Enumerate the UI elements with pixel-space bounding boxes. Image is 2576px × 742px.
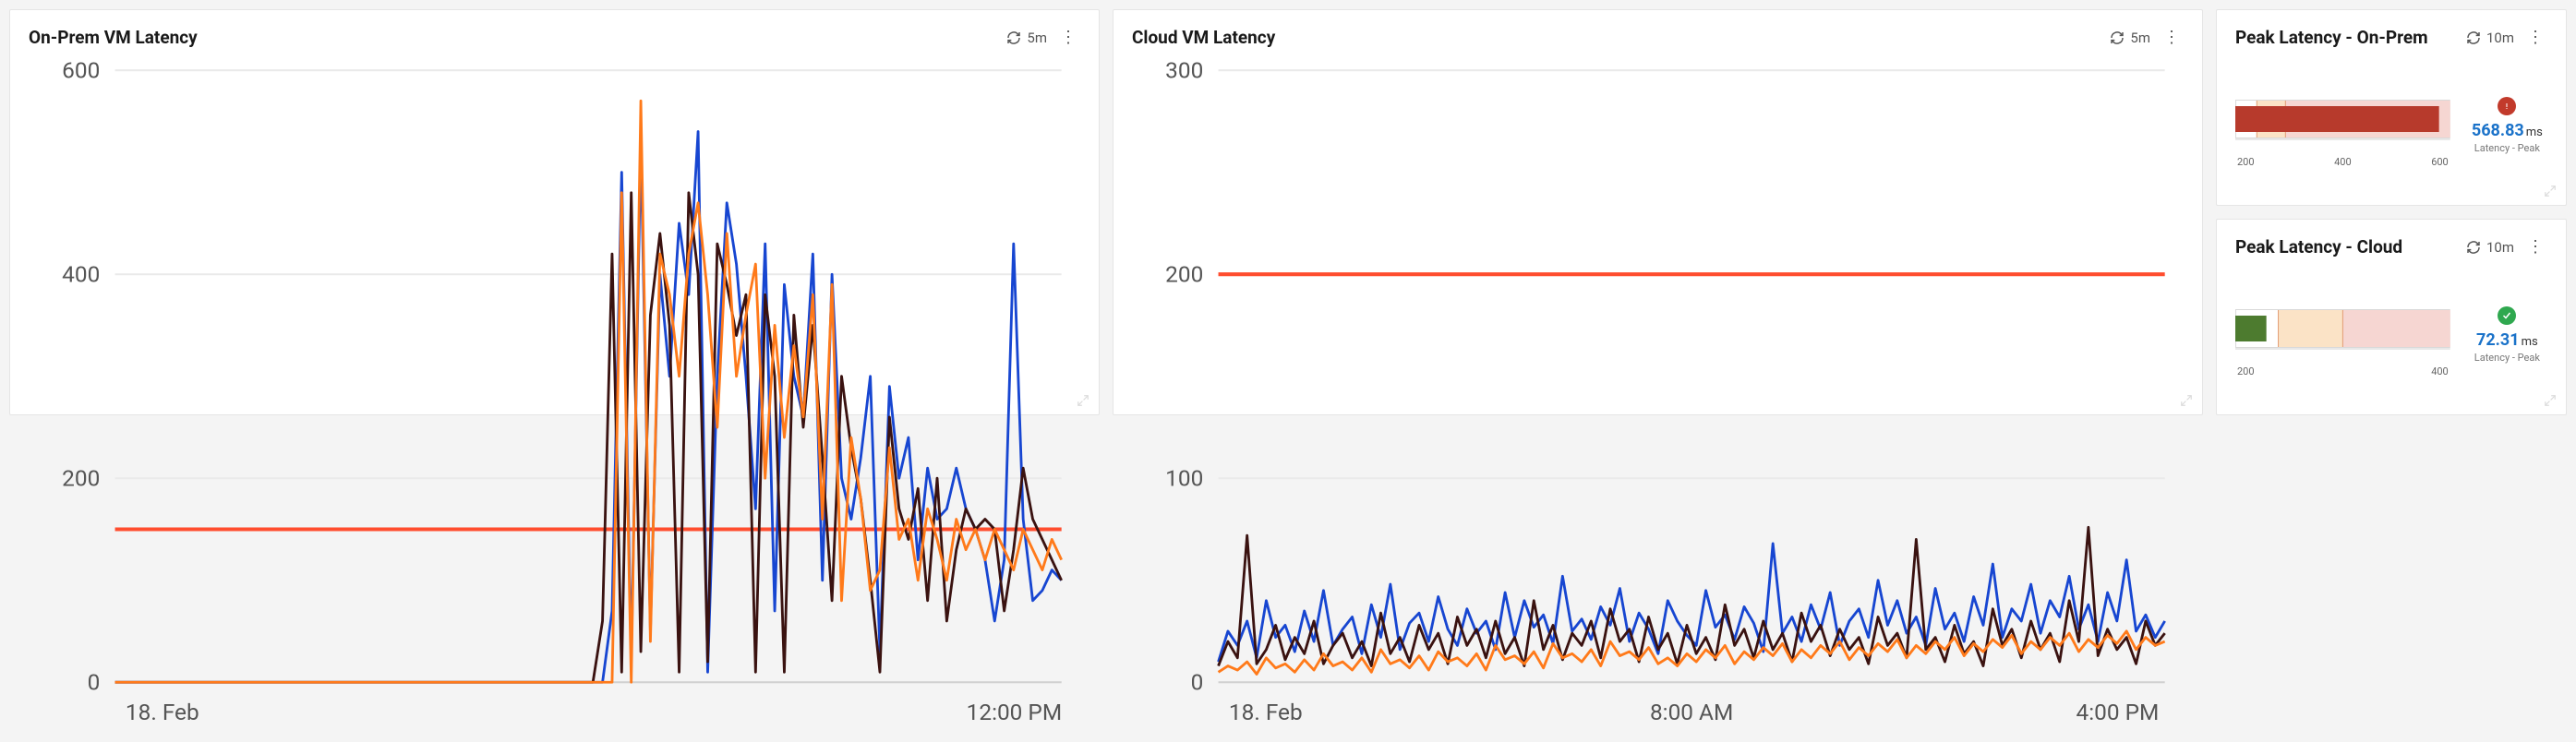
- expand-icon[interactable]: [1077, 394, 1089, 407]
- alert-icon: [2498, 97, 2516, 115]
- svg-text:600: 600: [62, 59, 100, 83]
- refresh-interval: 10m: [2486, 30, 2514, 46]
- refresh-interval: 5m: [1027, 30, 1047, 46]
- gauge-unit: ms: [2526, 126, 2543, 139]
- svg-text:0: 0: [1191, 668, 1204, 695]
- refresh-button[interactable]: 5m: [1006, 30, 1047, 46]
- svg-text:400: 400: [62, 260, 100, 287]
- refresh-interval: 10m: [2486, 239, 2514, 256]
- svg-text:200: 200: [1165, 260, 1203, 287]
- panel-header: On-Prem VM Latency 5m ⋮: [29, 27, 1080, 48]
- panel-header: Peak Latency - Cloud 10m ⋮: [2235, 236, 2547, 257]
- svg-text:300: 300: [1165, 59, 1203, 83]
- refresh-interval: 5m: [2130, 30, 2150, 46]
- chart-onprem: 0 200 400 600 18. Feb 12:00 PM: [29, 59, 1080, 735]
- panel-title: Peak Latency - Cloud: [2235, 236, 2402, 257]
- refresh-icon: [2110, 30, 2125, 45]
- gauge-tick: 400: [2334, 156, 2352, 168]
- refresh-icon: [1006, 30, 1021, 45]
- panel-controls: 5m ⋮: [1006, 30, 1080, 46]
- panel-menu-button[interactable]: ⋮: [2523, 239, 2547, 256]
- panel-title: Cloud VM Latency: [1132, 27, 1275, 48]
- gauge-subtitle: Latency - Peak: [2467, 352, 2547, 364]
- gauge-tick: 200: [2237, 156, 2255, 168]
- gauge-value: 568.83: [2472, 121, 2524, 140]
- panel-peak-cloud: Peak Latency - Cloud 10m ⋮ 200 400: [2216, 219, 2567, 415]
- refresh-button[interactable]: 10m: [2466, 239, 2514, 256]
- gauge-tick: 600: [2431, 156, 2449, 168]
- gauge-value-row: 72.31ms: [2467, 330, 2547, 350]
- panel-menu-button[interactable]: ⋮: [2523, 30, 2547, 46]
- svg-text:4:00 PM: 4:00 PM: [2076, 699, 2160, 725]
- panel-header: Peak Latency - On-Prem 10m ⋮: [2235, 27, 2547, 48]
- svg-text:18. Feb: 18. Feb: [1229, 699, 1303, 725]
- gauge-chart-onprem: 200 400 600: [2235, 84, 2450, 168]
- gauge-chart-cloud: 200 400: [2235, 293, 2450, 377]
- svg-text:200: 200: [62, 464, 100, 491]
- gauge-ticks: 200 400 600: [2235, 152, 2450, 168]
- gauge-value: 72.31: [2476, 330, 2520, 350]
- refresh-button[interactable]: 10m: [2466, 30, 2514, 46]
- svg-text:8:00 AM: 8:00 AM: [1650, 699, 1733, 725]
- panel-cloud-latency: Cloud VM Latency 5m ⋮ 010020030018. Feb8…: [1113, 9, 2203, 415]
- dashboard-row: On-Prem VM Latency 5m ⋮ 020040060018. Fe…: [9, 9, 2567, 415]
- chart-cloud: 0 100 200 300 18. Feb 8:00 AM 4:00 PM: [1132, 59, 2184, 735]
- panel-controls: 10m ⋮: [2466, 239, 2547, 256]
- svg-text:0: 0: [88, 668, 101, 695]
- refresh-button[interactable]: 5m: [2110, 30, 2150, 46]
- gauge-area: 200 400 600 568.83ms Latency - Peak: [2235, 59, 2547, 192]
- gauge-tick: 400: [2431, 365, 2449, 377]
- right-column: Peak Latency - On-Prem 10m ⋮ 200 400 600: [2216, 9, 2567, 415]
- expand-icon[interactable]: [2544, 185, 2557, 197]
- svg-text:18. Feb: 18. Feb: [126, 699, 199, 725]
- panel-menu-button[interactable]: ⋮: [1056, 30, 1080, 46]
- refresh-icon: [2466, 30, 2481, 45]
- panel-controls: 10m ⋮: [2466, 30, 2547, 46]
- gauge-value-block: 72.31ms Latency - Peak: [2467, 306, 2547, 364]
- panel-title: On-Prem VM Latency: [29, 27, 198, 48]
- panel-header: Cloud VM Latency 5m ⋮: [1132, 27, 2184, 48]
- expand-icon[interactable]: [2180, 394, 2193, 407]
- check-icon: [2498, 306, 2516, 325]
- gauge-ticks: 200 400: [2235, 362, 2450, 377]
- gauge-area: 200 400 72.31ms Latency - Peak: [2235, 269, 2547, 401]
- gauge-subtitle: Latency - Peak: [2467, 142, 2547, 154]
- gauge-value-row: 568.83ms: [2467, 121, 2547, 140]
- refresh-icon: [2466, 240, 2481, 255]
- panel-onprem-latency: On-Prem VM Latency 5m ⋮ 020040060018. Fe…: [9, 9, 1100, 415]
- panel-title: Peak Latency - On-Prem: [2235, 27, 2428, 48]
- gauge-tick: 200: [2237, 365, 2255, 377]
- svg-text:100: 100: [1165, 464, 1203, 491]
- panel-menu-button[interactable]: ⋮: [2160, 30, 2184, 46]
- panel-controls: 5m ⋮: [2110, 30, 2184, 46]
- gauge-value-block: 568.83ms Latency - Peak: [2467, 97, 2547, 154]
- expand-icon[interactable]: [2544, 394, 2557, 407]
- gauge-unit: ms: [2522, 335, 2538, 349]
- panel-peak-onprem: Peak Latency - On-Prem 10m ⋮ 200 400 600: [2216, 9, 2567, 206]
- svg-text:12:00 PM: 12:00 PM: [967, 699, 1062, 725]
